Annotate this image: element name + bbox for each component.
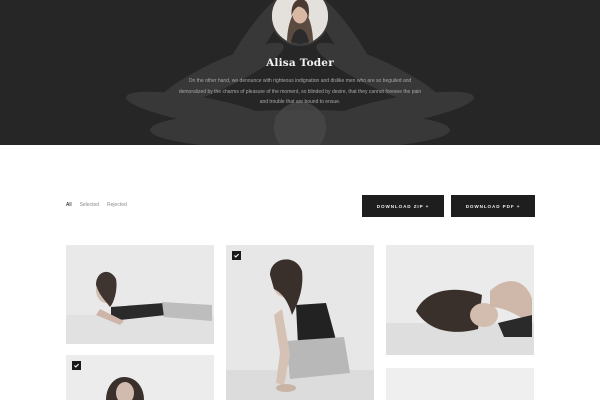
profile-name: Alisa Toder <box>266 57 334 69</box>
gallery-photo-3[interactable] <box>386 245 534 355</box>
bio-line: and trouble that are bound to ensue. <box>259 99 341 105</box>
bio-line: demoralized by the charms of pleasure of… <box>178 88 422 95</box>
filter-tab-rejected[interactable]: Rejected <box>107 202 127 208</box>
check-icon <box>74 363 79 368</box>
gallery-photo-2[interactable] <box>226 245 374 400</box>
filter-tab-selected[interactable]: Selected <box>80 202 99 208</box>
photo-bright-studio-image <box>386 368 534 400</box>
gallery-photo-4[interactable] <box>66 355 214 400</box>
photo-portrait-woman-image <box>66 355 214 400</box>
gallery-filter-tabs: All Selected Rejected <box>66 202 127 208</box>
avatar-portrait-image <box>272 0 328 44</box>
photo-reclining-woman-image <box>66 245 214 344</box>
selected-check-badge[interactable] <box>232 251 241 260</box>
selected-check-badge[interactable] <box>72 361 81 370</box>
download-pdf-button[interactable]: DOWNLOAD PDF + <box>451 195 535 217</box>
filter-tab-all[interactable]: All <box>66 202 72 208</box>
photo-crouching-woman-image <box>226 245 374 400</box>
download-zip-button[interactable]: DOWNLOAD ZIP + <box>362 195 444 217</box>
profile-hero: Alisa Toder On the other hand, we denoun… <box>0 0 600 145</box>
profile-bio: On the other hand, we denounce with righ… <box>158 76 442 108</box>
photo-lying-woman-closeup-image <box>386 245 534 355</box>
bio-line: On the other hand, we denounce with righ… <box>188 78 412 84</box>
check-icon <box>234 253 239 258</box>
gallery-photo-1[interactable] <box>66 245 214 344</box>
gallery-photo-5[interactable] <box>386 368 534 400</box>
